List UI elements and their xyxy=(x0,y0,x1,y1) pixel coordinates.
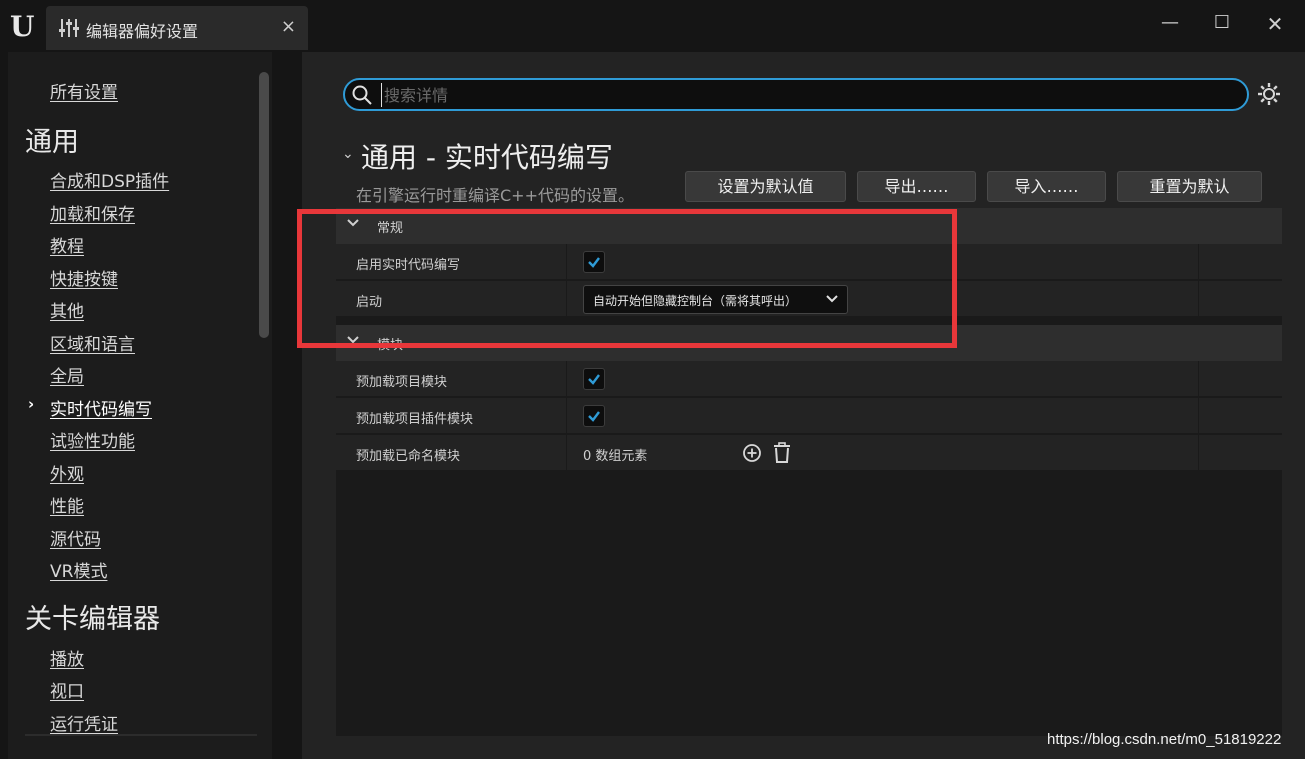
section-header: ⌄ 通用 - 实时代码编写 在引擎运行时重编译C++代码的设置。 设置为默认值 … xyxy=(336,126,1282,208)
export-button[interactable]: 导出…… xyxy=(857,171,976,202)
sidebar-item[interactable]: 区域和语言 xyxy=(50,330,135,355)
column-divider xyxy=(1198,435,1199,471)
sidebar-divider xyxy=(25,734,257,736)
preload-project-modules-checkbox[interactable] xyxy=(583,368,605,390)
sliders-icon xyxy=(59,19,79,37)
preload-plugin-modules-checkbox[interactable] xyxy=(583,405,605,427)
sidebar-item[interactable]: 外观 xyxy=(50,460,84,485)
search-box[interactable] xyxy=(343,78,1249,111)
column-divider xyxy=(566,435,567,471)
sidebar-item[interactable]: 运行凭证 xyxy=(50,710,118,735)
gear-icon[interactable] xyxy=(1257,82,1281,106)
tab-title: 编辑器偏好设置 xyxy=(86,22,199,41)
sidebar-item[interactable]: 合成和DSP插件 xyxy=(50,167,169,192)
sidebar-item-live-coding[interactable]: 实时代码编写 xyxy=(50,395,152,420)
sidebar-item[interactable]: 源代码 xyxy=(50,525,101,550)
svg-text:U: U xyxy=(10,10,34,42)
sidebar-item[interactable]: 快捷按键 xyxy=(50,265,118,290)
sidebar-item[interactable]: 教程 xyxy=(50,232,84,257)
maximize-button[interactable]: ☐ xyxy=(1207,12,1237,38)
sidebar-item[interactable]: 性能 xyxy=(50,492,84,517)
sidebar-category-general: 通用 xyxy=(25,127,79,158)
sidebar-item-all-settings[interactable]: 所有设置 xyxy=(50,78,118,103)
trash-icon[interactable] xyxy=(773,442,791,464)
sidebar-item[interactable]: 全局 xyxy=(50,362,84,387)
editor-preferences-tab[interactable]: 编辑器偏好设置 × xyxy=(46,6,308,50)
sidebar-item[interactable]: VR模式 xyxy=(50,557,107,582)
setting-row-preload-named: 预加载已命名模块 0 数组元素 xyxy=(336,435,1282,471)
setting-row-preload-plugin: 预加载项目插件模块 xyxy=(336,398,1282,434)
column-divider xyxy=(1198,361,1199,397)
sidebar-item[interactable]: 播放 xyxy=(50,645,84,670)
sidebar-item[interactable]: 其他 xyxy=(50,297,84,322)
column-divider xyxy=(566,361,567,397)
section-title: 通用 - 实时代码编写 xyxy=(361,141,613,174)
minimize-button[interactable]: — xyxy=(1155,12,1185,38)
row-label: 预加载已命名模块 xyxy=(356,449,461,464)
reset-default-button[interactable]: 重置为默认 xyxy=(1117,171,1262,202)
unreal-logo-icon: U xyxy=(10,10,34,42)
sidebar-item[interactable]: 加载和保存 xyxy=(50,200,135,225)
annotation-highlight-box xyxy=(297,209,957,348)
panel-splitter[interactable] xyxy=(272,52,302,759)
title-bar: U 编辑器偏好设置 × — ☐ ✕ xyxy=(0,0,1305,52)
watermark-text: https://blog.csdn.net/m0_51819222 xyxy=(1047,731,1282,748)
column-divider xyxy=(566,398,567,434)
sidebar-item[interactable]: 试验性功能 xyxy=(50,427,135,452)
search-icon xyxy=(352,85,372,105)
set-default-button[interactable]: 设置为默认值 xyxy=(685,171,846,202)
sidebar-item[interactable]: 视口 xyxy=(50,677,84,702)
import-button[interactable]: 导入…… xyxy=(987,171,1106,202)
row-label: 预加载项目插件模块 xyxy=(356,412,474,427)
row-label: 预加载项目模块 xyxy=(356,375,448,390)
column-divider xyxy=(1198,244,1199,280)
close-window-button[interactable]: ✕ xyxy=(1260,12,1290,38)
tab-close-icon[interactable]: × xyxy=(281,16,296,37)
sidebar-scrollbar[interactable] xyxy=(259,72,269,338)
section-description: 在引擎运行时重编译C++代码的设置。 xyxy=(356,186,634,205)
array-element-count: 0 数组元素 xyxy=(583,449,648,464)
settings-sidebar: 所有设置 通用 合成和DSP插件 加载和保存 教程 快捷按键 其他 区域和语言 … xyxy=(8,52,272,759)
collapse-chevron-icon[interactable]: ⌄ xyxy=(342,146,354,162)
checkmark-icon xyxy=(588,374,600,385)
checkmark-icon xyxy=(588,411,600,422)
search-input[interactable] xyxy=(381,83,1241,107)
sidebar-category-level-editor: 关卡编辑器 xyxy=(25,604,160,635)
details-panel: ⌄ 通用 - 实时代码编写 在引擎运行时重编译C++代码的设置。 设置为默认值 … xyxy=(302,52,1305,759)
column-divider xyxy=(1198,281,1199,317)
column-divider xyxy=(1198,398,1199,434)
active-arrow-icon: › xyxy=(28,395,35,413)
add-element-icon[interactable] xyxy=(742,443,762,463)
setting-row-preload-project: 预加载项目模块 xyxy=(336,361,1282,397)
